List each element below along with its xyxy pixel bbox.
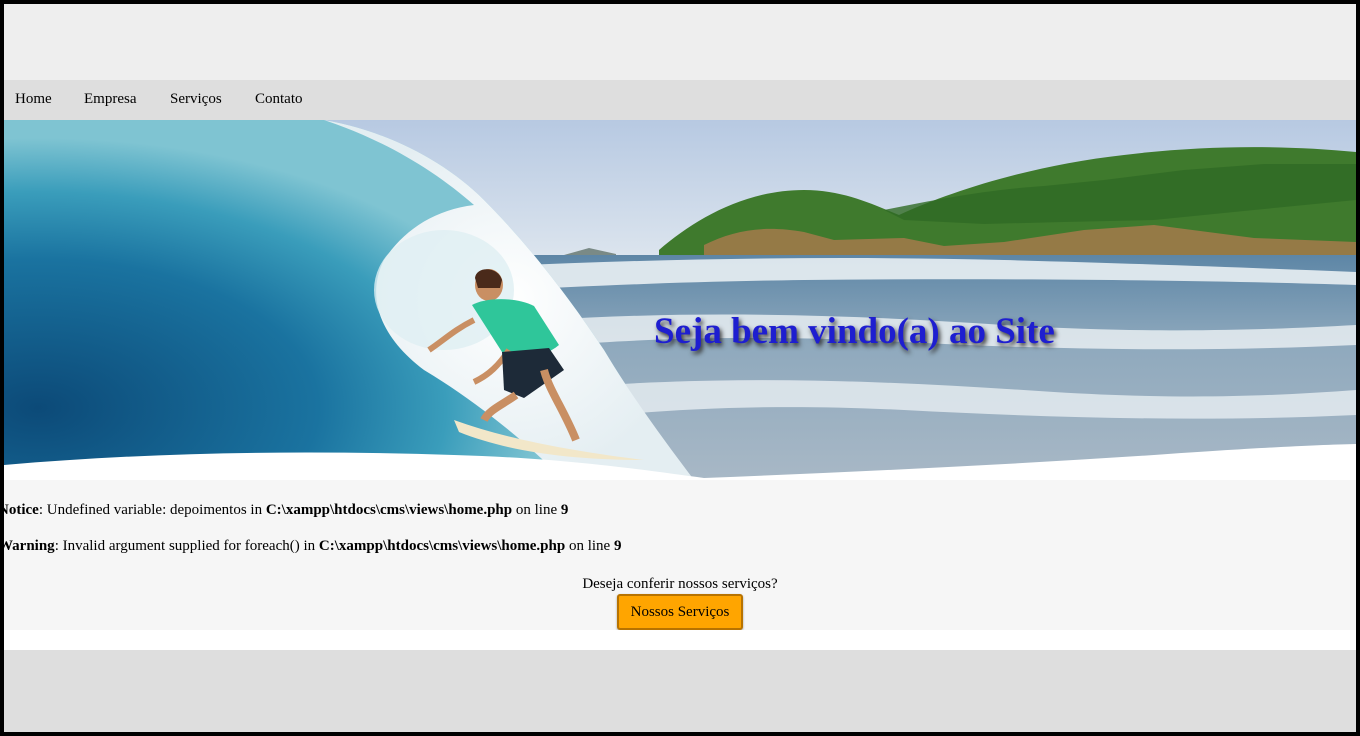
warning-text: : Invalid argument supplied for foreach(… xyxy=(54,538,319,554)
nav-item-servicos[interactable]: Serviços xyxy=(170,91,222,108)
content-area: Notice: Undefined variable: depoimentos … xyxy=(4,480,1356,630)
services-button[interactable]: Nossos Serviços xyxy=(617,594,743,630)
php-warning-message: Warning: Invalid argument supplied for f… xyxy=(4,538,621,555)
page-frame: Home Empresa Serviços Contato Seja bem v… xyxy=(4,4,1356,732)
notice-mid: on line xyxy=(512,502,561,518)
content-spacer xyxy=(4,630,1356,650)
warning-level: Warning xyxy=(4,538,55,554)
hero-banner: Seja bem vindo(a) ao Site xyxy=(4,120,1356,480)
php-notice-message: Notice: Undefined variable: depoimentos … xyxy=(4,502,568,519)
footer-bar xyxy=(4,650,1356,732)
nav-item-contato[interactable]: Contato xyxy=(255,91,303,108)
notice-level: Notice xyxy=(4,502,39,518)
notice-line: 9 xyxy=(560,502,569,518)
nav-item-empresa[interactable]: Empresa xyxy=(84,91,136,108)
nav-bar: Home Empresa Serviços Contato xyxy=(4,80,1356,120)
nav-item-home[interactable]: Home xyxy=(15,91,52,108)
surf-banner-image xyxy=(4,120,1356,480)
warning-mid: on line xyxy=(565,538,614,554)
banner-title: Seja bem vindo(a) ao Site xyxy=(654,311,1055,352)
cta-question: Deseja conferir nossos serviços? xyxy=(582,576,778,592)
notice-text: : Undefined variable: depoimentos in xyxy=(38,502,266,518)
header-bar xyxy=(4,4,1356,80)
warning-file: C:\xampp\htdocs\cms\views\home.php xyxy=(318,538,566,554)
notice-file: C:\xampp\htdocs\cms\views\home.php xyxy=(265,502,513,518)
warning-line: 9 xyxy=(613,538,622,554)
